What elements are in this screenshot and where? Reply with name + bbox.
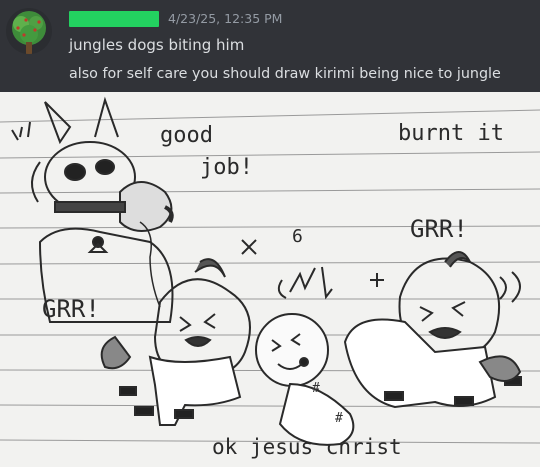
attached-drawing-image[interactable]: good job! burnt it GRR! GRR! 6 ok jesus … <box>0 92 540 467</box>
text-job: job! <box>200 155 253 180</box>
text-burnt-it: burnt it <box>398 121 504 146</box>
sketch-canvas: good job! burnt it GRR! GRR! 6 ok jesus … <box>0 96 540 459</box>
message-line-2: also for self care you should draw kirim… <box>69 66 501 82</box>
text-grr-right: GRR! <box>410 215 468 243</box>
username-redacted-bar[interactable] <box>69 11 159 27</box>
message-line-1: jungles dogs biting him <box>69 36 245 54</box>
text-grr-left: GRR! <box>42 295 100 323</box>
center-round-character-sketch: # # <box>255 313 355 446</box>
right-dog-sketch <box>343 251 522 409</box>
tree-avatar-icon <box>6 8 52 54</box>
left-dog-sketch <box>100 258 251 426</box>
text-six: 6 <box>292 226 303 247</box>
user-avatar[interactable] <box>6 8 52 54</box>
message-timestamp: 4/23/25, 12:35 PM <box>168 11 283 26</box>
scribble-marks <box>241 239 521 303</box>
text-good: good <box>160 123 213 148</box>
svg-text:#: # <box>312 381 320 396</box>
wolf-character-sketch <box>11 96 174 323</box>
chat-message: 4/23/25, 12:35 PM jungles dogs biting hi… <box>0 0 540 92</box>
svg-text:#: # <box>335 411 343 426</box>
